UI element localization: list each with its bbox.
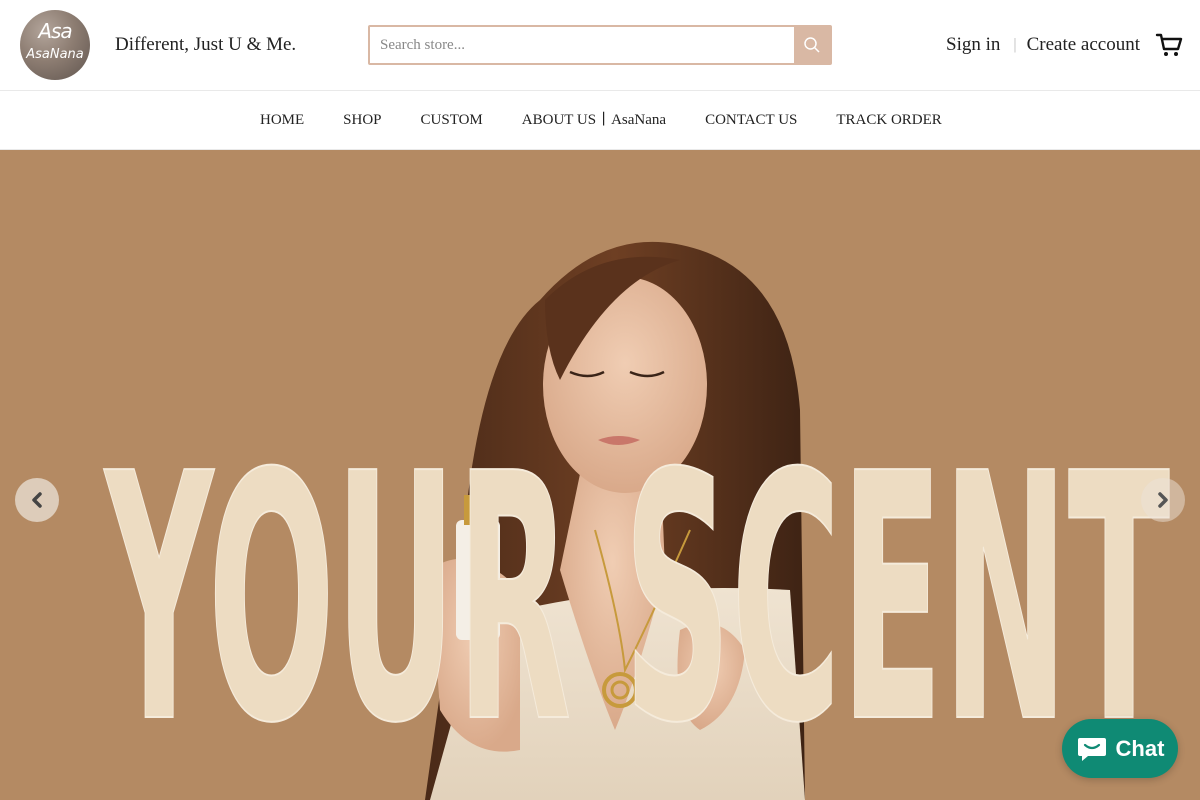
brand-logo[interactable]: Asa AsaNana [20, 10, 90, 80]
nav-custom[interactable]: CUSTOM [421, 111, 483, 129]
search-button[interactable] [794, 27, 830, 63]
search-input[interactable] [370, 27, 796, 63]
chat-label: Chat [1115, 735, 1165, 761]
chevron-left-icon [32, 492, 42, 508]
search-icon [804, 37, 820, 53]
logo-wordmark: AsaNana [26, 47, 84, 62]
nav-about-us[interactable]: ABOUT US丨AsaNana [522, 111, 666, 129]
hero-image: YOUR SCENT YOUR SCENT [102, 241, 1172, 800]
chat-bubble-icon [1077, 737, 1106, 761]
logo-mark: Asa [38, 19, 72, 43]
slide-prev-button[interactable] [15, 478, 59, 522]
brand-tagline: Different, Just U & Me. [115, 34, 297, 55]
create-account-link[interactable]: Create account [1027, 33, 1140, 57]
account-links: Sign in | Create account [946, 33, 1140, 57]
hero-slideshow[interactable]: YOUR SCENT YOUR SCENT [0, 150, 1200, 800]
sign-in-link[interactable]: Sign in [946, 33, 1000, 57]
search-bar [368, 25, 832, 65]
cart-icon [1155, 33, 1183, 56]
chevron-right-icon [1158, 492, 1168, 508]
nav-contact-us[interactable]: CONTACT US [705, 111, 797, 129]
nav-home[interactable]: HOME [260, 111, 304, 129]
site-header: Asa AsaNana Different, Just U & Me. Sign… [0, 0, 1200, 91]
slide-next-button[interactable] [1141, 478, 1185, 522]
chat-button[interactable]: Chat [1062, 719, 1178, 778]
hero-headline-outline: YOUR SCENT [103, 402, 1171, 798]
cart-button[interactable] [1155, 31, 1183, 59]
account-separator: | [1013, 36, 1017, 53]
main-navigation: HOME SHOP CUSTOM ABOUT US丨AsaNana CONTAC… [0, 91, 1200, 150]
nav-track-order[interactable]: TRACK ORDER [836, 111, 941, 129]
nav-shop[interactable]: SHOP [343, 111, 381, 129]
